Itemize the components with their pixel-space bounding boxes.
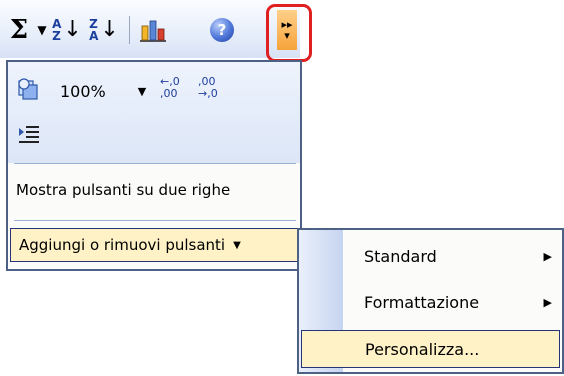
sort-ascending-icon: A Z (52, 17, 62, 43)
sort-descending-button[interactable]: Z A ↓ (89, 14, 119, 46)
chevron-down-icon: ▼ (233, 239, 241, 251)
decrease-decimal-icon: ,00 →,0 (198, 75, 218, 100)
toolbar-separator (129, 16, 130, 44)
sigma-icon: Σ (9, 15, 29, 45)
add-remove-buttons-item[interactable]: Aggiungi o rimuovi pulsanti ▼ (10, 228, 298, 262)
zoom-value: 100% (60, 81, 106, 101)
show-two-rows-label: Mostra pulsanti su due righe (16, 181, 231, 199)
submenu-item-label: Personalizza... (365, 339, 480, 359)
zoom-combobox[interactable]: 100% ▼ (54, 80, 152, 102)
show-two-rows-item[interactable]: Mostra pulsanti su due righe (8, 172, 300, 208)
help-icon: ? (210, 18, 234, 42)
autosum-dropdown-button[interactable]: ▼ (35, 14, 49, 46)
add-remove-submenu: Standard ▶ Formattazione ▶ Personalizza.… (297, 228, 564, 374)
sort-descending-icon: Z A (89, 17, 99, 43)
increase-decimal-icon: ←,0 ,00 (160, 75, 180, 100)
chevron-down-icon[interactable]: ▼ (132, 85, 152, 98)
increase-decimal-button[interactable]: ←,0 ,00 (160, 76, 192, 106)
zoom-button[interactable] (16, 76, 42, 102)
menu-divider (14, 163, 296, 164)
overflow-buttons-area: 100% ▼ ←,0 ,00 ,00 →,0 (8, 62, 300, 163)
formatting-toolbar: Σ ▼ A Z ↓ Z A ↓ ? ▸▸ ▾ (0, 0, 312, 62)
chevron-right-icon: ▶ (543, 295, 552, 309)
submenu-item-standard[interactable]: Standard ▶ (299, 236, 562, 276)
help-button[interactable]: ? (206, 14, 238, 46)
down-arrow-icon: ↓ (63, 17, 82, 42)
toolbar-options-button[interactable]: ▸▸ ▾ (277, 10, 297, 50)
toolbar-options-dropdown: 100% ▼ ←,0 ,00 ,00 →,0 Mostra pulsanti s… (6, 60, 302, 271)
zoom-icon (18, 78, 38, 100)
chevron-down-icon: ▾ (284, 29, 290, 42)
menu-divider (14, 220, 296, 221)
submenu-item-formattazione[interactable]: Formattazione ▶ (299, 282, 562, 322)
sort-ascending-button[interactable]: A Z ↓ (52, 14, 82, 46)
submenu-item-label: Standard (364, 246, 437, 266)
bar-chart-icon (140, 20, 166, 42)
autosum-button[interactable]: Σ (6, 14, 32, 46)
down-arrow-icon: ↓ (100, 17, 119, 42)
chevron-right-icon: ▶ (543, 249, 552, 263)
chevron-down-icon: ▼ (37, 23, 47, 37)
add-remove-buttons-label: Aggiungi o rimuovi pulsanti (19, 236, 226, 254)
increase-indent-icon (19, 126, 39, 143)
submenu-item-personalizza[interactable]: Personalizza... (301, 330, 560, 368)
decrease-decimal-button[interactable]: ,00 →,0 (198, 76, 230, 106)
increase-indent-button[interactable] (18, 124, 42, 146)
submenu-item-label: Formattazione (364, 292, 480, 312)
chart-wizard-button[interactable] (136, 14, 170, 46)
